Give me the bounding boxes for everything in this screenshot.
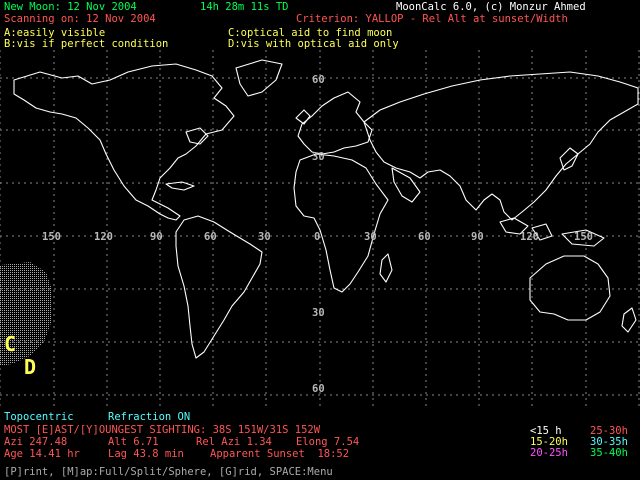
zone-c-marker: C [4,332,17,356]
lat-label-0: 0 [314,231,320,243]
continents [13,59,639,359]
app-title: MoonCalc 6.0, (c) Monzur Ahmed [396,1,586,13]
lon-label-30w: 30 [258,231,271,243]
new-moon-date: New Moon: 12 Nov 2004 [4,1,137,13]
sighting-info: MOST [E]AST/[Y]OUNGEST SIGHTING: 38S 151… [4,424,321,436]
elongation-value: Elong 7.54 [296,436,360,448]
lon-label-150w: 150 [42,231,61,243]
lon-label-120w: 120 [94,231,113,243]
lon-label-90w: 90 [150,231,163,243]
scanning-date: Scanning on: 12 Nov 2004 [4,13,156,25]
azimuth-value: Azi 247.48 [4,436,68,448]
world-map[interactable]: 60 30 0 30 60 150 120 90 60 30 30 60 90 … [0,50,640,408]
lon-label-60e: 60 [418,231,431,243]
relative-azimuth-value: Rel Azi 1.34 [196,436,272,448]
sunset-value: Apparent Sunset 18:52 [210,448,350,460]
lon-label-30e: 30 [364,231,377,243]
legend-d: D:vis with optical aid only [228,38,399,50]
zone-d-marker: D [24,355,37,379]
lat-label-60s: 60 [312,383,325,395]
lat-label-30s: 30 [312,307,325,319]
lat-label-60n: 60 [312,74,325,86]
age-legend-20-25: 20-25h [530,447,568,459]
refraction-label: Refraction ON [108,411,191,423]
lag-value: Lag 43.8 min [108,448,184,460]
lon-label-90e: 90 [471,231,484,243]
criterion: Criterion: YALLOP - Rel Alt at sunset/Wi… [296,13,568,25]
lon-label-60w: 60 [204,231,217,243]
command-menu[interactable]: [P]rint, [M]ap:Full/Split/Sphere, [G]rid… [4,466,333,478]
mode-label: Topocentric [4,411,74,423]
new-moon-time: 14h 28m 11s TD [200,1,289,13]
lon-label-150e: 150 [574,231,593,243]
age-legend-35-40: 35-40h [590,447,628,459]
lon-label-120e: 120 [520,231,539,243]
altitude-value: Alt 6.71 [108,436,159,448]
legend-b: B:vis if perfect condition [4,38,169,50]
lat-label-30n: 30 [312,151,325,163]
moon-age-value: Age 14.41 hr [4,448,80,460]
